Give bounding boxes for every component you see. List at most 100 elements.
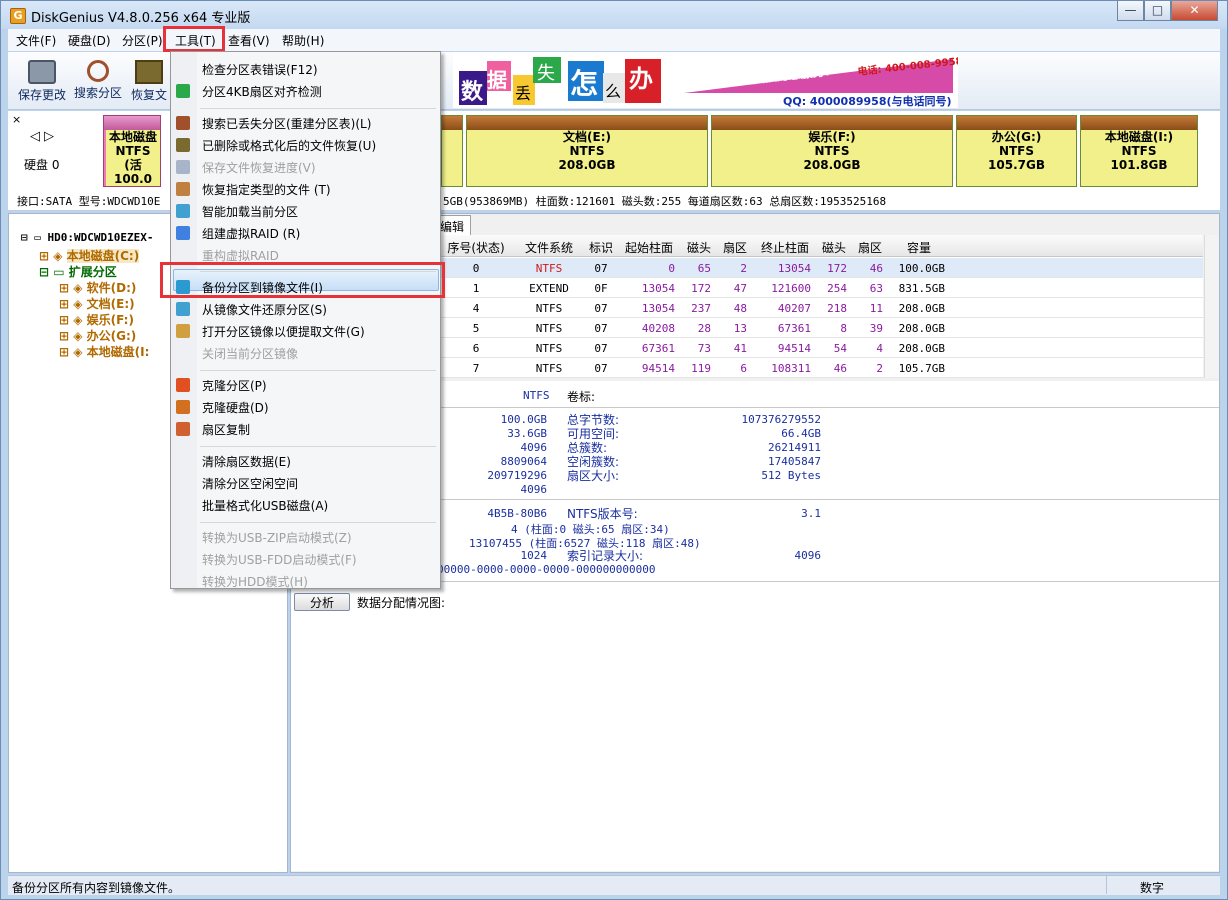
table-cell: 46 bbox=[833, 362, 847, 375]
partition-d-fragment[interactable] bbox=[441, 115, 463, 187]
table-cell: 108311 bbox=[771, 362, 811, 375]
minimize-button[interactable]: — bbox=[1117, 1, 1144, 21]
menu-item-build-virtual-raid[interactable]: 组建虚拟RAID (R) bbox=[202, 225, 300, 242]
tree-item-e[interactable]: ⊞ ◈ 文档(E:) bbox=[59, 295, 135, 312]
detail-start-sector: 4096 bbox=[520, 483, 548, 496]
nav-right-icon[interactable]: ▷ bbox=[44, 129, 54, 144]
detail-index-size: 4096 bbox=[794, 549, 822, 562]
search-partition-button[interactable]: 搜索分区 bbox=[70, 56, 126, 106]
menu-item-recover-file-types[interactable]: 恢复指定类型的文件 (T) bbox=[202, 181, 331, 198]
table-cell: 7 bbox=[472, 362, 480, 375]
menu-item-convert-usb-fdd[interactable]: 转换为USB-FDD启动模式(F) bbox=[202, 551, 357, 568]
col-id[interactable]: 标识 bbox=[584, 239, 618, 256]
table-cell: NTFS bbox=[535, 322, 563, 335]
menu-partition[interactable]: 分区(P) bbox=[120, 32, 165, 49]
close-button[interactable]: ✕ bbox=[1171, 1, 1218, 21]
menu-item-clone-partition[interactable]: 克隆分区(P) bbox=[202, 377, 267, 394]
menu-help[interactable]: 帮助(H) bbox=[280, 32, 326, 49]
menu-item-convert-hdd[interactable]: 转换为HDD模式(H) bbox=[202, 573, 308, 590]
col-head[interactable]: 磁头 bbox=[683, 239, 715, 256]
disk-label: 硬盘 0 bbox=[24, 158, 60, 172]
recover-file-types-icon bbox=[176, 182, 190, 196]
table-cell: 172 bbox=[691, 282, 711, 295]
detail-ntfs-version: 3.1 bbox=[801, 507, 821, 520]
table-cell: NTFS bbox=[535, 342, 563, 355]
status-numlock: 数字 bbox=[1140, 881, 1165, 895]
partition-f[interactable]: 娱乐(F:) NTFS 208.0GB bbox=[711, 115, 953, 187]
disk-save-icon bbox=[28, 60, 56, 84]
tree-item-d[interactable]: ⊞ ◈ 软件(D:) bbox=[59, 279, 136, 296]
analyze-button[interactable]: 分析 bbox=[294, 593, 350, 611]
table-cell: 5 bbox=[472, 322, 480, 335]
col-index[interactable]: 序号(状态) bbox=[441, 239, 511, 256]
col-capacity[interactable]: 容量 bbox=[889, 239, 949, 256]
detail-total-sectors: 209719296 bbox=[487, 469, 547, 482]
backup-highlight bbox=[160, 262, 445, 298]
menu-item-smart-load-partition[interactable]: 智能加载当前分区 bbox=[202, 203, 298, 220]
banner-char-1: 据 bbox=[487, 68, 507, 92]
menu-view[interactable]: 查看(V) bbox=[226, 32, 272, 49]
tree-item-ext[interactable]: ⊟ ▭ 扩展分区 bbox=[39, 263, 117, 280]
tree-item-i[interactable]: ⊞ ◈ 本地磁盘(I: bbox=[59, 343, 149, 360]
status-bar: 备份分区所有内容到镜像文件。 数字 bbox=[8, 875, 1220, 895]
tree-item-c[interactable]: ⊞ ◈ 本地磁盘(C:) bbox=[39, 247, 140, 264]
banner-char-2: 丢 bbox=[515, 84, 531, 103]
window-title: DiskGenius V4.8.0.256 x64 专业版 bbox=[31, 11, 251, 26]
menu-item-convert-usb-zip[interactable]: 转换为USB-ZIP启动模式(Z) bbox=[202, 529, 352, 546]
col-sector[interactable]: 扇区 bbox=[719, 239, 751, 256]
ad-banner[interactable]: 数 据 丢 失 怎 么 办 DiskGenius团队为您服务! 电话: 400-… bbox=[453, 53, 963, 108]
maximize-button[interactable]: □ bbox=[1144, 1, 1171, 21]
tree-item-f[interactable]: ⊞ ◈ 娱乐(F:) bbox=[59, 311, 134, 328]
col-end-head[interactable]: 磁头 bbox=[817, 239, 851, 256]
menu-item-clone-disk[interactable]: 克隆硬盘(D) bbox=[202, 399, 269, 416]
menu-item-erase-sector-data[interactable]: 清除扇区数据(E) bbox=[202, 453, 291, 470]
partition-i[interactable]: 本地磁盘(I:) NTFS 101.8GB bbox=[1080, 115, 1198, 187]
menu-item-restore-partition-image[interactable]: 从镜像文件还原分区(S) bbox=[202, 301, 327, 318]
menu-item-erase-free-space[interactable]: 清除分区空闲空间 bbox=[202, 475, 298, 492]
menu-item-recover-deleted-files[interactable]: 已删除或格式化后的文件恢复(U) bbox=[202, 137, 376, 154]
menu-item-sector-copy[interactable]: 扇区复制 bbox=[202, 421, 250, 438]
partition-e[interactable]: 文档(E:) NTFS 208.0GB bbox=[466, 115, 708, 187]
menu-disk[interactable]: 硬盘(D) bbox=[66, 32, 113, 49]
tree-item-g[interactable]: ⊞ ◈ 办公(G:) bbox=[59, 327, 136, 344]
menu-item-close-partition-image[interactable]: 关闭当前分区镜像 bbox=[202, 345, 298, 362]
col-fs[interactable]: 文件系统 bbox=[516, 239, 582, 256]
nav-left-icon[interactable]: ◁ bbox=[30, 129, 40, 144]
tree-disk[interactable]: ⊟ ▭ HD0:WDCWD10EZEX- bbox=[21, 231, 153, 244]
tree-ext-label: 扩展分区 bbox=[68, 265, 117, 279]
clone-disk-icon bbox=[176, 400, 190, 414]
label-sector-size: 扇区大小: bbox=[567, 469, 620, 483]
4kb-align-check-icon bbox=[176, 84, 190, 98]
restore-file-button[interactable]: 恢复文 bbox=[126, 56, 172, 106]
col-start-cyl[interactable]: 起始柱面 bbox=[619, 239, 679, 256]
menu-item-search-lost-partitions[interactable]: 搜索已丢失分区(重建分区表)(L) bbox=[202, 115, 371, 132]
table-cell: 39 bbox=[869, 322, 883, 335]
menu-item-check-partition-table[interactable]: 检查分区表错误(F12) bbox=[202, 61, 318, 78]
close-panel-icon[interactable]: × bbox=[12, 113, 21, 126]
app-window: G DiskGenius V4.8.0.256 x64 专业版 — □ ✕ 文件… bbox=[0, 0, 1228, 900]
menu-item-batch-format-usb[interactable]: 批量格式化USB磁盘(A) bbox=[202, 497, 328, 514]
partition-c-name: 本地磁盘 bbox=[106, 130, 160, 144]
partition-g[interactable]: 办公(G:) NTFS 105.7GB bbox=[956, 115, 1077, 187]
detail-serial: 4B5B-80B6 bbox=[487, 507, 547, 520]
menu-item-save-recovery-progress[interactable]: 保存文件恢复进度(V) bbox=[202, 159, 316, 176]
recover-deleted-files-icon bbox=[176, 138, 190, 152]
col-end-sector[interactable]: 扇区 bbox=[853, 239, 887, 256]
menu-item-4kb-align-check[interactable]: 分区4KB扇区对齐检测 bbox=[202, 83, 322, 100]
col-end-cyl[interactable]: 终止柱面 bbox=[755, 239, 815, 256]
magnifier-icon bbox=[87, 60, 109, 82]
partition-g-size: 105.7GB bbox=[988, 158, 1045, 172]
table-cell: 218 bbox=[827, 302, 847, 315]
menu-item-open-partition-image[interactable]: 打开分区镜像以便提取文件(G) bbox=[202, 323, 365, 340]
title-bar[interactable]: G DiskGenius V4.8.0.256 x64 专业版 — □ ✕ bbox=[1, 1, 1227, 29]
table-scrollbar[interactable] bbox=[1204, 235, 1219, 378]
partition-i-name: 本地磁盘(I:) bbox=[1104, 130, 1174, 144]
table-cell: 41 bbox=[733, 342, 747, 355]
partition-e-name: 文档(E:) bbox=[563, 130, 611, 144]
table-cell: 07 bbox=[594, 302, 608, 315]
save-button[interactable]: 保存更改 bbox=[14, 56, 70, 106]
menu-file[interactable]: 文件(F) bbox=[14, 32, 58, 49]
table-cell: 6 bbox=[740, 362, 747, 375]
restore-partition-image-icon bbox=[176, 302, 190, 316]
partition-c[interactable]: 本地磁盘 NTFS (活 100.0 bbox=[103, 115, 161, 187]
